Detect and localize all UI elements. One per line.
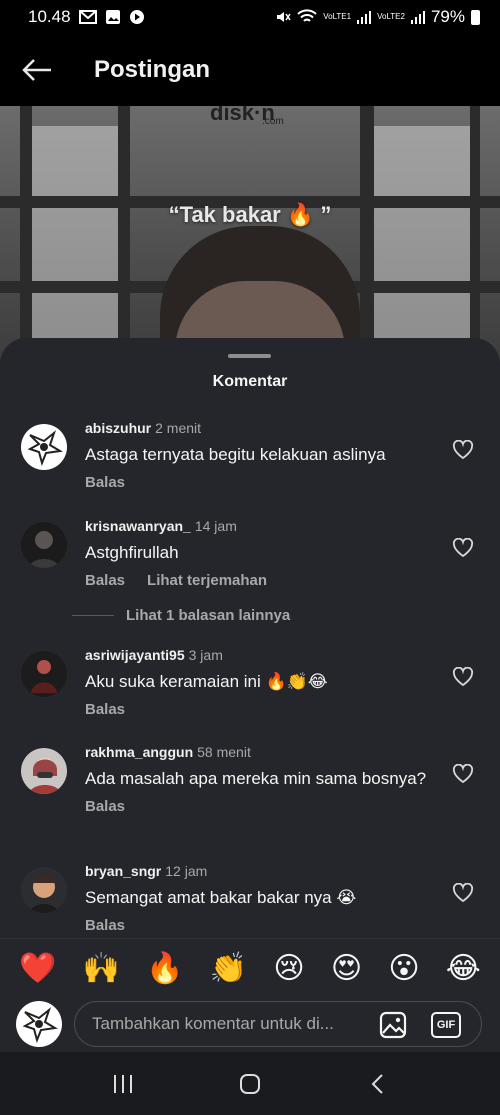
emoji-crying[interactable]: 😢	[273, 953, 304, 984]
reply-button[interactable]: Balas	[85, 701, 125, 718]
comment-text: Ada masalah apa mereka min sama bosnya?	[85, 769, 427, 788]
emoji-clapping[interactable]: 👏	[210, 953, 247, 984]
sheet-title: Komentar	[212, 373, 288, 390]
emoji-fire[interactable]: 🔥	[146, 953, 183, 984]
window-pane	[360, 126, 470, 366]
comment-time: 58 menit	[197, 744, 251, 760]
page-title: Postingan	[94, 56, 211, 83]
avatar[interactable]	[21, 867, 67, 913]
reply-button[interactable]: Balas	[85, 474, 125, 491]
window-frame	[360, 106, 374, 366]
back-icon[interactable]	[357, 1064, 397, 1104]
reply-button[interactable]: Balas	[85, 572, 125, 589]
emoji-laughing[interactable]: 😂	[446, 953, 481, 984]
gif-button[interactable]: GIF	[431, 1012, 461, 1038]
comment-text: Semangat amat bakar bakar nya 😭	[85, 888, 357, 907]
back-arrow-icon[interactable]	[20, 53, 54, 87]
comment-username[interactable]: krisnawanryan_	[85, 518, 191, 534]
mute-icon	[275, 9, 291, 25]
signal-icon	[410, 10, 425, 24]
comment-text: Astaga ternyata begitu kelakuan aslinya	[85, 445, 386, 464]
top-app-bar: Postingan	[0, 34, 500, 106]
volte2-label: VoLTE2	[377, 12, 405, 21]
window-pane	[30, 126, 120, 366]
heart-icon[interactable]	[452, 439, 474, 460]
user-avatar[interactable]	[16, 1001, 62, 1047]
wifi-icon	[297, 9, 317, 25]
emoji-heart-eyes[interactable]: 😍	[331, 953, 362, 984]
emoji-raising-hands[interactable]: 🙌	[83, 953, 120, 984]
comment-text: Aku suka keramaian ini 🔥👏😂	[85, 672, 328, 691]
comment-time: 3 jam	[188, 647, 223, 663]
volte1-label: VoLTE1	[323, 12, 352, 21]
view-more-replies[interactable]: Lihat 1 balasan lainnya	[72, 607, 290, 624]
image-icon[interactable]	[379, 1011, 407, 1039]
translate-button[interactable]: Lihat terjemahan	[147, 572, 267, 589]
sheet-drag-handle[interactable]	[228, 354, 271, 358]
comment-time: 2 menit	[155, 420, 202, 436]
comment-time: 12 jam	[165, 863, 208, 879]
replies-divider	[72, 615, 114, 616]
gmail-icon	[78, 10, 97, 24]
comment-username[interactable]: abiszuhur	[85, 420, 151, 436]
gallery-icon	[105, 9, 121, 25]
battery-percent: 79%	[430, 7, 465, 26]
comment-composer: GIF	[0, 998, 500, 1052]
reply-button[interactable]: Balas	[85, 917, 125, 934]
view-replies-label: Lihat 1 balasan lainnya	[126, 607, 291, 624]
system-nav-bar	[0, 1052, 500, 1115]
avatar[interactable]	[21, 651, 67, 697]
comment-text: Astghfirullah	[85, 543, 179, 562]
status-time: 10.48	[28, 7, 71, 26]
avatar[interactable]	[21, 522, 67, 568]
window-frame	[20, 106, 32, 366]
comment-input[interactable]	[92, 1014, 362, 1034]
post-video[interactable]: disk·n .com “Tak bakar 🔥 ”	[0, 106, 500, 366]
comment-username[interactable]: rakhma_anggun	[85, 744, 193, 760]
emoji-heart[interactable]: ❤️	[19, 953, 56, 984]
watermark-sub: .com	[262, 116, 284, 127]
comment-username[interactable]: asriwijayanti95	[85, 647, 185, 663]
play-circle-icon	[129, 9, 145, 25]
reply-button[interactable]: Balas	[85, 798, 125, 815]
heart-icon[interactable]	[452, 537, 474, 558]
heart-icon[interactable]	[452, 666, 474, 687]
comment-username[interactable]: bryan_sngr	[85, 863, 161, 879]
emoji-reaction-bar: ❤️ 🙌 🔥 👏 😢 😍 😮 😂	[0, 938, 500, 998]
window-frame	[118, 106, 130, 366]
status-bar: 10.48 VoLTE1 VoLTE2 79%	[0, 0, 500, 34]
signal-icon	[357, 10, 372, 24]
avatar[interactable]	[21, 424, 67, 470]
comment-input-container: GIF	[74, 1001, 482, 1047]
heart-icon[interactable]	[452, 882, 474, 903]
home-icon[interactable]	[230, 1064, 270, 1104]
avatar[interactable]	[21, 748, 67, 794]
comment-time: 14 jam	[194, 518, 237, 534]
emoji-surprised[interactable]: 😮	[388, 953, 419, 984]
heart-icon[interactable]	[452, 763, 474, 784]
battery-icon	[471, 9, 480, 25]
video-caption: “Tak bakar 🔥 ”	[168, 202, 332, 227]
recent-apps-icon[interactable]	[103, 1064, 143, 1104]
window-frame	[470, 106, 480, 366]
